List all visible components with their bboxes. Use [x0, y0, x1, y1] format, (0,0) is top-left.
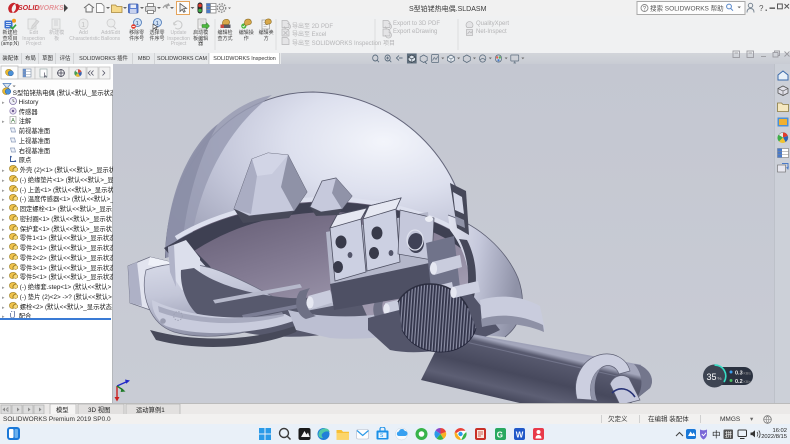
- svg-text:中: 中: [712, 430, 721, 440]
- svg-text:1: 1: [81, 22, 85, 29]
- svg-text:3D 视图: 3D 视图: [88, 405, 110, 414]
- svg-text:0.3: 0.3: [735, 371, 743, 377]
- svg-text:拼: 拼: [725, 430, 732, 439]
- svg-text:?: ?: [759, 4, 764, 13]
- svg-text:W: W: [516, 431, 524, 440]
- svg-text:运动算例1: 运动算例1: [136, 405, 165, 414]
- svg-text:KB/s: KB/s: [744, 380, 752, 384]
- svg-text:A: A: [11, 119, 15, 125]
- svg-text:1: 1: [136, 21, 139, 27]
- svg-text:WORKS: WORKS: [37, 5, 64, 12]
- svg-text:G: G: [497, 431, 503, 440]
- svg-text:KB/s: KB/s: [744, 372, 752, 376]
- svg-text:模型: 模型: [56, 405, 69, 414]
- svg-text:35: 35: [707, 372, 717, 382]
- svg-text:搜索 SOLIDWORKS 帮助: 搜索 SOLIDWORKS 帮助: [650, 3, 724, 12]
- svg-text:%: %: [718, 376, 722, 381]
- svg-text:0.2: 0.2: [735, 379, 743, 385]
